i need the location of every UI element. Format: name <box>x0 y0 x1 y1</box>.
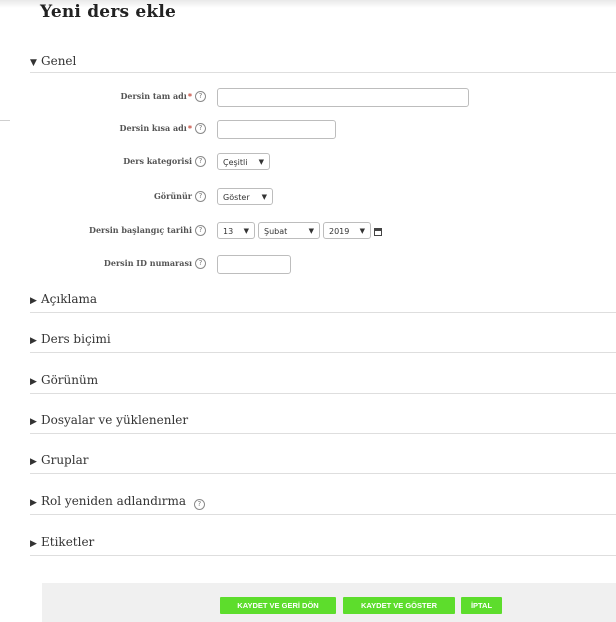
help-icon[interactable]: ? <box>195 123 206 134</box>
section-gruplar-label: Gruplar <box>41 453 89 467</box>
section-gorunum[interactable]: ▶ Görünüm <box>30 373 98 387</box>
help-icon[interactable]: ? <box>195 191 206 202</box>
section-rol-label: Rol yeniden adlandırma <box>41 494 187 508</box>
section-etiketler-label: Etiketler <box>41 535 95 549</box>
page-title: Yeni ders ekle <box>40 2 177 22</box>
section-gruplar[interactable]: ▶ Gruplar <box>30 453 88 467</box>
shortname-row: Dersin kısa adı* ? <box>0 120 616 140</box>
section-divider <box>30 312 616 313</box>
calendar-icon[interactable] <box>374 228 382 236</box>
fullname-row: Dersin tam adı* ? <box>0 88 616 108</box>
chevron-down-icon: ▼ <box>359 227 365 235</box>
help-icon[interactable]: ? <box>195 258 206 269</box>
visible-label: Görünür <box>153 191 192 201</box>
chevron-down-icon: ▼ <box>243 227 249 235</box>
visible-value: Göster <box>223 193 250 202</box>
required-marker: * <box>187 123 192 133</box>
help-icon[interactable]: ? <box>195 225 206 236</box>
idnumber-label: Dersin ID numarası <box>103 258 192 268</box>
save-display-button[interactable]: KAYDET VE GÖSTER <box>343 597 455 614</box>
section-genel-label: Genel <box>41 54 77 68</box>
section-divider <box>30 72 616 73</box>
caret-right-icon: ▶ <box>30 457 37 467</box>
section-divider <box>30 393 616 394</box>
help-icon[interactable]: ? <box>195 156 206 167</box>
start-day-select[interactable]: 13 ▼ <box>217 222 255 239</box>
visible-row: Görünür ? Göster ▼ <box>0 188 616 208</box>
required-marker: * <box>187 91 192 101</box>
section-etiketler[interactable]: ▶ Etiketler <box>30 535 94 549</box>
start-month-value: Şubat <box>264 227 288 236</box>
startdate-label: Dersin başlangıç tarihi <box>89 225 192 235</box>
section-dosyalar[interactable]: ▶ Dosyalar ve yüklenenler <box>30 413 188 427</box>
chevron-down-icon: ▼ <box>261 193 267 201</box>
shortname-input[interactable] <box>217 120 336 139</box>
save-return-button[interactable]: KAYDET VE GERİ DÖN <box>220 597 336 614</box>
start-year-select[interactable]: 2019 ▼ <box>323 222 371 239</box>
category-row: Ders kategorisi ? Çeşitli ▼ <box>0 153 616 173</box>
idnumber-row: Dersin ID numarası ? <box>0 255 616 275</box>
section-aciklama-label: Açıklama <box>41 292 98 306</box>
category-label: Ders kategorisi <box>123 156 192 166</box>
section-rol[interactable]: ▶ Rol yeniden adlandırma ? <box>30 494 205 510</box>
help-icon[interactable]: ? <box>195 91 206 102</box>
category-value: Çeşitli <box>223 158 248 167</box>
section-divider <box>30 352 616 353</box>
fullname-label: Dersin tam adı* <box>120 91 192 101</box>
category-select[interactable]: Çeşitli ▼ <box>217 153 270 170</box>
section-divider <box>30 473 616 474</box>
section-ders-bicimi-label: Ders biçimi <box>41 332 111 346</box>
fullname-input[interactable] <box>217 88 469 107</box>
caret-right-icon: ▶ <box>30 417 37 427</box>
caret-right-icon: ▶ <box>30 498 37 508</box>
caret-down-icon: ▼ <box>30 58 37 68</box>
section-aciklama[interactable]: ▶ Açıklama <box>30 292 97 306</box>
section-ders-bicimi[interactable]: ▶ Ders biçimi <box>30 332 111 346</box>
caret-right-icon: ▶ <box>30 296 37 306</box>
section-divider <box>30 433 616 434</box>
idnumber-input[interactable] <box>217 255 291 274</box>
section-genel[interactable]: ▼ Genel <box>30 54 76 68</box>
help-icon[interactable]: ? <box>193 499 205 510</box>
section-divider <box>30 514 616 515</box>
visible-select[interactable]: Göster ▼ <box>217 188 273 205</box>
caret-right-icon: ▶ <box>30 377 37 387</box>
shortname-label: Dersin kısa adı* <box>119 123 192 133</box>
section-divider <box>30 555 616 556</box>
caret-right-icon: ▶ <box>30 539 37 549</box>
start-year-value: 2019 <box>329 227 350 236</box>
section-gorunum-label: Görünüm <box>41 373 99 387</box>
section-dosyalar-label: Dosyalar ve yüklenenler <box>41 413 189 427</box>
start-day-value: 13 <box>223 227 234 236</box>
startdate-row: Dersin başlangıç tarihi ? 13 ▼ Şubat ▼ 2… <box>0 222 616 242</box>
caret-right-icon: ▶ <box>30 336 37 346</box>
chevron-down-icon: ▼ <box>308 227 314 235</box>
cancel-button[interactable]: İPTAL <box>461 597 502 614</box>
chevron-down-icon: ▼ <box>258 158 264 166</box>
start-month-select[interactable]: Şubat ▼ <box>258 222 320 239</box>
